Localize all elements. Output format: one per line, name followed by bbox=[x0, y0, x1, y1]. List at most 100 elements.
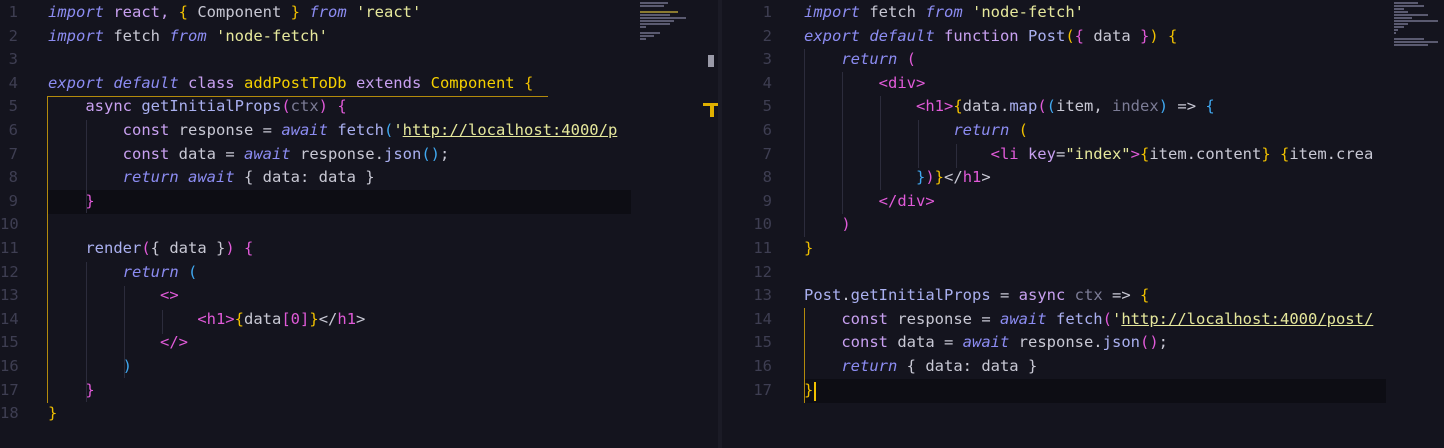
code-text[interactable]: Post.getInitialProps = async ctx => { bbox=[804, 284, 1149, 308]
code-text[interactable]: const data = await response.json(); bbox=[804, 331, 1168, 355]
code-token: return bbox=[841, 356, 898, 375]
code-line[interactable]: 14 <h1>{data[0]}</h1> bbox=[0, 308, 718, 332]
code-line[interactable]: 13 Post.getInitialProps = async ctx => { bbox=[722, 284, 1444, 308]
code-text[interactable]: return ( bbox=[804, 48, 916, 72]
code-line[interactable]: 6 return ( bbox=[722, 119, 1444, 143]
code-token: { bbox=[1074, 26, 1084, 45]
code-text[interactable]: export default class addPostToDb extends… bbox=[48, 72, 533, 96]
code-text[interactable]: return ( bbox=[804, 119, 1028, 143]
code-line[interactable]: 2 export default function Post({ data }) … bbox=[722, 25, 1444, 49]
code-line[interactable]: 3 bbox=[0, 48, 718, 72]
code-line[interactable]: 4 export default class addPostToDb extend… bbox=[0, 72, 718, 96]
code-line[interactable]: 17} bbox=[722, 379, 1444, 403]
code-text[interactable]: ) bbox=[804, 213, 850, 237]
code-text[interactable]: import react, { Component } from 'react' bbox=[48, 1, 421, 25]
code-line[interactable]: 5 async getInitialProps(ctx) { bbox=[0, 95, 718, 119]
code-line[interactable]: 3 return ( bbox=[722, 48, 1444, 72]
left-code-editor[interactable]: 1 import react, { Component } from 'react… bbox=[0, 1, 718, 426]
code-text[interactable]: async getInitialProps(ctx) { bbox=[48, 95, 346, 119]
code-text[interactable]: } bbox=[48, 379, 94, 403]
code-text[interactable]: </> bbox=[48, 331, 188, 355]
code-text[interactable]: import fetch from 'node-fetch' bbox=[48, 25, 328, 49]
code-text[interactable]: <h1>{data.map((item, index) => { bbox=[804, 95, 1215, 119]
code-text[interactable]: <li key="index">{item.content} {item.cre… bbox=[804, 143, 1374, 167]
line-number: 6 bbox=[762, 120, 772, 139]
code-text[interactable]: </div> bbox=[804, 190, 935, 214]
code-line[interactable]: 18} bbox=[0, 402, 718, 426]
code-token: { data: data } bbox=[234, 168, 375, 187]
code-line[interactable]: 13 <> bbox=[0, 284, 718, 308]
right-code-editor[interactable]: 1 import fetch from 'node-fetch' 2 export d… bbox=[722, 1, 1444, 402]
line-number: 12 bbox=[753, 262, 772, 281]
code-line[interactable]: 7 const data = await response.json(); bbox=[0, 143, 718, 167]
code-token: } bbox=[804, 380, 814, 399]
right-minimap[interactable] bbox=[1394, 2, 1440, 47]
code-text[interactable]: return ( bbox=[48, 261, 198, 285]
code-text[interactable]: <div> bbox=[804, 72, 926, 96]
code-line[interactable]: 10 bbox=[0, 213, 718, 237]
code-line[interactable]: 16 return { data: data } bbox=[722, 355, 1444, 379]
code-token: ( bbox=[1065, 26, 1075, 45]
code-text[interactable]: <> bbox=[48, 284, 179, 308]
code-token: item, bbox=[1056, 97, 1113, 116]
code-text[interactable]: } bbox=[48, 190, 94, 214]
code-token: fetch bbox=[104, 26, 170, 45]
code-line[interactable]: 17 } bbox=[0, 379, 718, 403]
code-line[interactable]: 8 })}</h1> bbox=[722, 166, 1444, 190]
code-token: { bbox=[1205, 97, 1215, 116]
code-line[interactable]: 15 </> bbox=[0, 331, 718, 355]
code-text[interactable]: render({ data }) { bbox=[48, 237, 253, 261]
code-text[interactable]: import fetch from 'node-fetch' bbox=[804, 1, 1084, 25]
code-text[interactable]: })}</h1> bbox=[804, 166, 991, 190]
code-text[interactable]: ) bbox=[48, 355, 132, 379]
code-line[interactable]: 14 const response = await fetch('http://… bbox=[722, 308, 1444, 332]
code-text[interactable]: return await { data: data } bbox=[48, 166, 375, 190]
code-token: ( bbox=[141, 238, 151, 257]
left-editor-pane[interactable]: 1 import react, { Component } from 'react… bbox=[0, 0, 718, 448]
code-text[interactable]: } bbox=[804, 237, 813, 261]
code-line[interactable]: 11 render({ data }) { bbox=[0, 237, 718, 261]
code-token: key bbox=[1027, 144, 1056, 163]
code-token: const bbox=[122, 120, 179, 139]
code-token: { bbox=[1280, 144, 1290, 163]
code-text[interactable]: const response = await fetch('http://loc… bbox=[48, 119, 618, 143]
code-text[interactable]: const response = await fetch('http://loc… bbox=[804, 308, 1373, 332]
code-text[interactable]: return { data: data } bbox=[804, 355, 1037, 379]
code-token: item.content bbox=[1149, 144, 1262, 163]
code-line[interactable]: 9 </div> bbox=[722, 190, 1444, 214]
code-token: } bbox=[290, 3, 300, 21]
text-cursor bbox=[814, 382, 816, 401]
left-minimap[interactable] bbox=[640, 2, 700, 41]
code-line[interactable]: 9 } bbox=[0, 190, 718, 214]
code-line[interactable]: 10 ) bbox=[722, 213, 1444, 237]
code-line[interactable]: 2 import fetch from 'node-fetch' bbox=[0, 25, 718, 49]
code-text[interactable]: } bbox=[48, 402, 57, 426]
code-line[interactable]: 15 const data = await response.json(); bbox=[722, 331, 1444, 355]
code-line[interactable]: 11} bbox=[722, 237, 1444, 261]
code-line[interactable]: 4 <div> bbox=[722, 72, 1444, 96]
code-line[interactable]: 8 return await { data: data } bbox=[0, 166, 718, 190]
code-token: 'react' bbox=[356, 3, 422, 21]
code-line[interactable]: 7 <li key="index">{item.content} {item.c… bbox=[722, 143, 1444, 167]
code-text[interactable]: const data = await response.json(); bbox=[48, 143, 450, 167]
code-text[interactable]: <h1>{data[0]}</h1> bbox=[48, 308, 365, 332]
line-number: 16 bbox=[0, 356, 19, 375]
code-token: h1 bbox=[962, 168, 982, 187]
code-text[interactable]: export default function Post({ data }) { bbox=[804, 25, 1177, 49]
code-line[interactable]: 16 ) bbox=[0, 355, 718, 379]
code-line[interactable]: 5 <h1>{data.map((item, index) => { bbox=[722, 95, 1444, 119]
code-token: <div> bbox=[878, 73, 926, 92]
code-token: 'node-fetch' bbox=[972, 3, 1084, 21]
code-line[interactable]: 12 return ( bbox=[0, 261, 718, 285]
code-token: return bbox=[841, 50, 907, 69]
code-line[interactable]: 6 const response = await fetch('http://l… bbox=[0, 119, 718, 143]
code-line[interactable]: 12 bbox=[722, 261, 1444, 285]
code-line[interactable]: 1 import fetch from 'node-fetch' bbox=[722, 1, 1444, 25]
scroll-marker-icon bbox=[708, 55, 714, 67]
code-line[interactable]: 1 import react, { Component } from 'react… bbox=[0, 1, 718, 25]
right-editor-pane[interactable]: 1 import fetch from 'node-fetch' 2 export d… bbox=[722, 0, 1444, 448]
code-text[interactable]: } bbox=[804, 379, 813, 403]
